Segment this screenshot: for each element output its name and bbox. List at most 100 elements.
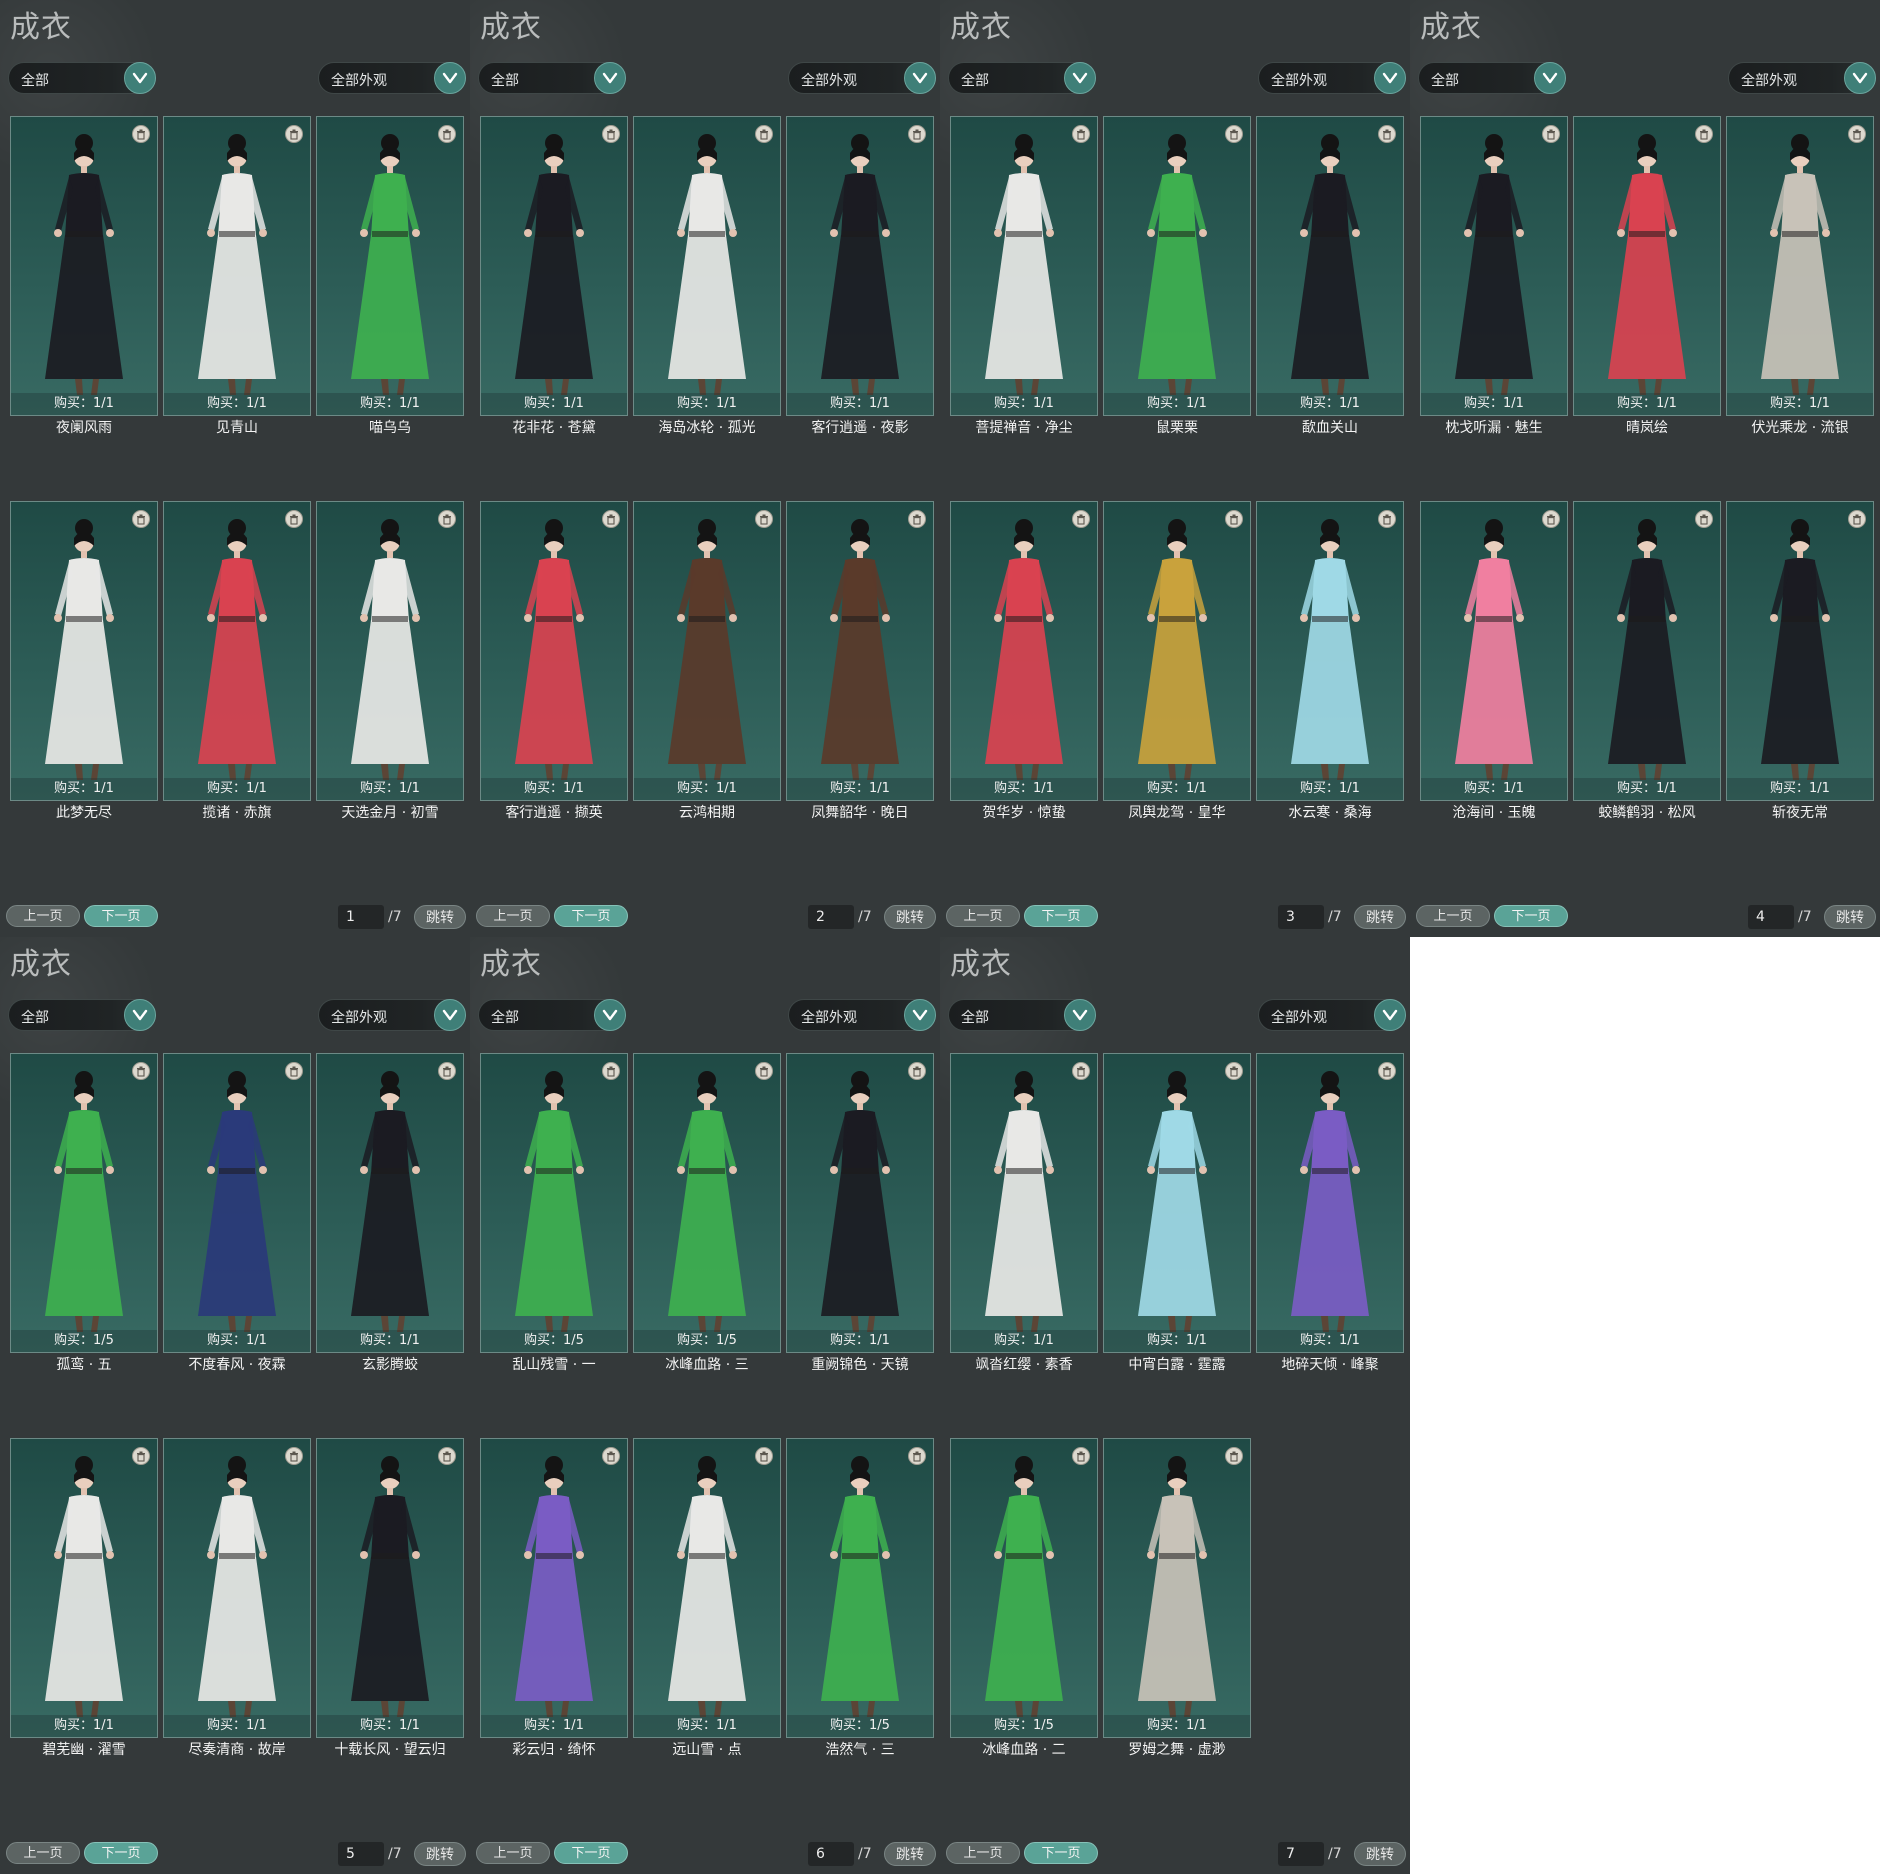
outfit-card[interactable]: 购买：1/1 [1256, 1053, 1404, 1353]
trash-icon[interactable] [908, 1447, 926, 1465]
outfit-card[interactable]: 购买：1/1 [950, 501, 1098, 801]
category-filter-dropdown[interactable]: 全部 [478, 62, 626, 94]
trash-icon[interactable] [1225, 1062, 1243, 1080]
outfit-card[interactable]: 购买：1/5 [10, 1053, 158, 1353]
outfit-card[interactable]: 购买：1/1 [786, 116, 934, 416]
outfit-card[interactable]: 购买：1/5 [786, 1438, 934, 1738]
outfit-card[interactable]: 购买：1/1 [1420, 116, 1568, 416]
next-page-button[interactable]: 下一页 [554, 905, 628, 927]
trash-icon[interactable] [438, 125, 456, 143]
outfit-card[interactable]: 购买：1/1 [10, 1438, 158, 1738]
trash-icon[interactable] [1072, 510, 1090, 528]
outfit-card[interactable]: 购买：1/1 [950, 116, 1098, 416]
trash-icon[interactable] [1072, 125, 1090, 143]
outfit-card[interactable]: 购买：1/1 [633, 501, 781, 801]
trash-icon[interactable] [602, 1062, 620, 1080]
category-filter-dropdown[interactable]: 全部 [948, 999, 1096, 1031]
next-page-button[interactable]: 下一页 [1024, 905, 1098, 927]
outfit-card[interactable]: 购买：1/1 [316, 1438, 464, 1738]
jump-button[interactable]: 跳转 [414, 1842, 466, 1866]
trash-icon[interactable] [285, 1447, 303, 1465]
trash-icon[interactable] [132, 125, 150, 143]
trash-icon[interactable] [132, 1447, 150, 1465]
trash-icon[interactable] [1378, 1062, 1396, 1080]
outfit-card[interactable]: 购买：1/1 [786, 501, 934, 801]
outfit-card[interactable]: 购买：1/1 [1573, 116, 1721, 416]
jump-button[interactable]: 跳转 [884, 1842, 936, 1866]
category-filter-dropdown[interactable]: 全部 [1418, 62, 1566, 94]
trash-icon[interactable] [438, 510, 456, 528]
jump-button[interactable]: 跳转 [414, 905, 466, 929]
outfit-card[interactable]: 购买：1/1 [163, 116, 311, 416]
prev-page-button[interactable]: 上一页 [946, 1842, 1020, 1864]
outfit-card[interactable]: 购买：1/1 [1726, 116, 1874, 416]
outfit-card[interactable]: 购买：1/1 [10, 116, 158, 416]
trash-icon[interactable] [1378, 125, 1396, 143]
next-page-button[interactable]: 下一页 [1024, 1842, 1098, 1864]
trash-icon[interactable] [438, 1447, 456, 1465]
next-page-button[interactable]: 下一页 [84, 905, 158, 927]
page-number-input[interactable]: 1 [338, 905, 384, 929]
appearance-filter-dropdown[interactable]: 全部外观 [1258, 999, 1406, 1031]
trash-icon[interactable] [1848, 510, 1866, 528]
chevron-down-icon[interactable] [1374, 999, 1406, 1031]
category-filter-dropdown[interactable]: 全部 [478, 999, 626, 1031]
prev-page-button[interactable]: 上一页 [6, 1842, 80, 1864]
trash-icon[interactable] [755, 1447, 773, 1465]
trash-icon[interactable] [755, 510, 773, 528]
outfit-card[interactable]: 购买：1/1 [480, 1438, 628, 1738]
trash-icon[interactable] [1695, 510, 1713, 528]
outfit-card[interactable]: 购买：1/1 [1573, 501, 1721, 801]
outfit-card[interactable]: 购买：1/5 [950, 1438, 1098, 1738]
chevron-down-icon[interactable] [1534, 62, 1566, 94]
chevron-down-icon[interactable] [1064, 999, 1096, 1031]
page-number-input[interactable]: 4 [1748, 905, 1794, 929]
trash-icon[interactable] [1542, 510, 1560, 528]
outfit-card[interactable]: 购买：1/1 [480, 501, 628, 801]
trash-icon[interactable] [602, 510, 620, 528]
chevron-down-icon[interactable] [594, 62, 626, 94]
chevron-down-icon[interactable] [1374, 62, 1406, 94]
chevron-down-icon[interactable] [434, 999, 466, 1031]
trash-icon[interactable] [1378, 510, 1396, 528]
outfit-card[interactable]: 购买：1/1 [1103, 1438, 1251, 1738]
trash-icon[interactable] [132, 510, 150, 528]
outfit-card[interactable]: 购买：1/1 [316, 1053, 464, 1353]
trash-icon[interactable] [1225, 125, 1243, 143]
outfit-card[interactable]: 购买：1/1 [633, 116, 781, 416]
chevron-down-icon[interactable] [1064, 62, 1096, 94]
trash-icon[interactable] [602, 1447, 620, 1465]
trash-icon[interactable] [1848, 125, 1866, 143]
outfit-card[interactable]: 购买：1/1 [316, 116, 464, 416]
category-filter-dropdown[interactable]: 全部 [8, 999, 156, 1031]
outfit-card[interactable]: 购买：1/1 [1256, 116, 1404, 416]
page-number-input[interactable]: 7 [1278, 1842, 1324, 1866]
chevron-down-icon[interactable] [124, 62, 156, 94]
outfit-card[interactable]: 购买：1/1 [163, 501, 311, 801]
trash-icon[interactable] [908, 510, 926, 528]
chevron-down-icon[interactable] [904, 62, 936, 94]
trash-icon[interactable] [285, 510, 303, 528]
outfit-card[interactable]: 购买：1/1 [10, 501, 158, 801]
page-number-input[interactable]: 6 [808, 1842, 854, 1866]
appearance-filter-dropdown[interactable]: 全部外观 [788, 62, 936, 94]
outfit-card[interactable]: 购买：1/1 [1256, 501, 1404, 801]
outfit-card[interactable]: 购买：1/1 [786, 1053, 934, 1353]
jump-button[interactable]: 跳转 [1824, 905, 1876, 929]
next-page-button[interactable]: 下一页 [1494, 905, 1568, 927]
trash-icon[interactable] [908, 125, 926, 143]
chevron-down-icon[interactable] [594, 999, 626, 1031]
appearance-filter-dropdown[interactable]: 全部外观 [1728, 62, 1876, 94]
trash-icon[interactable] [602, 125, 620, 143]
chevron-down-icon[interactable] [434, 62, 466, 94]
outfit-card[interactable]: 购买：1/1 [316, 501, 464, 801]
page-number-input[interactable]: 2 [808, 905, 854, 929]
category-filter-dropdown[interactable]: 全部 [8, 62, 156, 94]
trash-icon[interactable] [755, 1062, 773, 1080]
jump-button[interactable]: 跳转 [1354, 1842, 1406, 1866]
chevron-down-icon[interactable] [1844, 62, 1876, 94]
outfit-card[interactable]: 购买：1/1 [633, 1438, 781, 1738]
outfit-card[interactable]: 购买：1/1 [1103, 501, 1251, 801]
trash-icon[interactable] [1225, 510, 1243, 528]
page-number-input[interactable]: 5 [338, 1842, 384, 1866]
